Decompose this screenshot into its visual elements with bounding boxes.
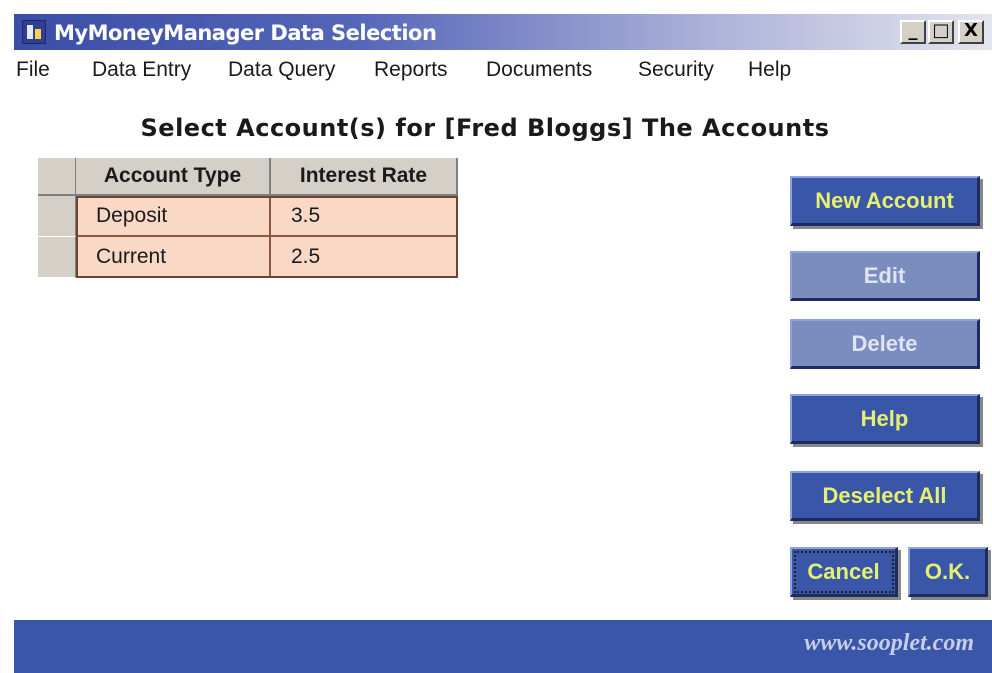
app-window: MyMoneyManager Data Selection _ □ X File…: [14, 14, 992, 673]
menu-data-query[interactable]: Data Query: [228, 58, 335, 82]
deselect-all-button[interactable]: Deselect All: [790, 471, 980, 521]
new-account-button[interactable]: New Account: [790, 176, 980, 226]
menu-documents[interactable]: Documents: [486, 58, 592, 82]
page-title-text: Select Account(s) for [Fred Bloggs] The …: [140, 114, 830, 142]
menu-file[interactable]: File: [16, 58, 50, 82]
close-button[interactable]: X: [958, 20, 984, 44]
app-icon[interactable]: [22, 20, 46, 44]
window-title: MyMoneyManager Data Selection: [54, 21, 437, 45]
menu-bar: File Data Entry Data Query Reports Docum…: [14, 56, 992, 86]
menu-reports[interactable]: Reports: [374, 58, 448, 82]
row-header-2[interactable]: [38, 237, 76, 278]
cell-account-type-1[interactable]: Deposit: [76, 196, 271, 237]
title-bar[interactable]: MyMoneyManager Data Selection _ □ X: [14, 14, 992, 50]
cancel-button[interactable]: Cancel: [790, 547, 898, 597]
cell-interest-rate-2[interactable]: 2.5: [271, 237, 458, 278]
column-header-interest-rate[interactable]: Interest Rate: [271, 158, 458, 196]
cell-interest-rate-1[interactable]: 3.5: [271, 196, 458, 237]
page-title: Select Account(s) for [Fred Bloggs] The …: [14, 114, 992, 142]
table-corner[interactable]: [38, 158, 76, 196]
footer-bar: www.sooplet.com: [14, 620, 992, 673]
menu-data-entry[interactable]: Data Entry: [92, 58, 191, 82]
row-header-1[interactable]: [38, 196, 76, 237]
footer-url: www.sooplet.com: [804, 630, 974, 656]
edit-button[interactable]: Edit: [790, 251, 980, 301]
maximize-button[interactable]: □: [928, 20, 954, 44]
minimize-button[interactable]: _: [900, 20, 926, 44]
cell-account-type-2[interactable]: Current: [76, 237, 271, 278]
column-header-account-type[interactable]: Account Type: [76, 158, 271, 196]
menu-security[interactable]: Security: [638, 58, 714, 82]
menu-help[interactable]: Help: [748, 58, 791, 82]
ok-button[interactable]: O.K.: [908, 547, 988, 597]
delete-button[interactable]: Delete: [790, 319, 980, 369]
help-button[interactable]: Help: [790, 394, 980, 444]
